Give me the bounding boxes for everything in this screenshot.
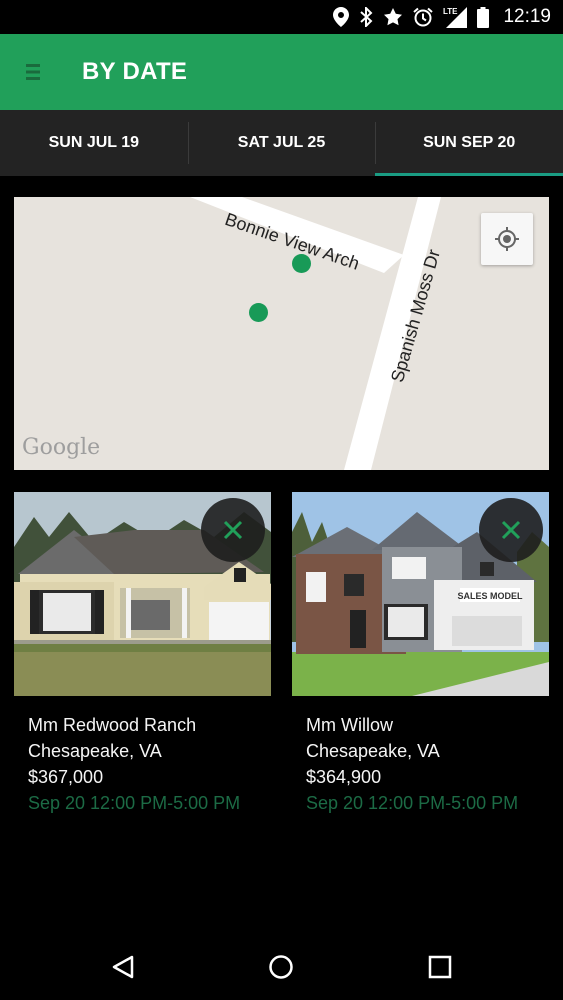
date-tabs: SUN JUL 19 SAT JUL 25 SUN SEP 20 xyxy=(0,110,563,176)
listing-name: Mm Willow xyxy=(306,715,393,735)
back-button[interactable] xyxy=(110,954,136,980)
map-marker-willow[interactable] xyxy=(292,254,311,273)
navigation-bar xyxy=(0,934,563,1000)
listing-price: $364,900 xyxy=(306,767,382,787)
dismiss-button[interactable] xyxy=(479,498,543,562)
listing-open-house-time: Sep 20 12:00 PM-5:00 PM xyxy=(28,793,241,813)
house-photo xyxy=(14,492,271,696)
page-title: BY DATE xyxy=(82,58,188,85)
location-icon xyxy=(333,7,350,27)
my-location-button[interactable] xyxy=(481,213,533,265)
tab-sun-sep-20[interactable]: SUN SEP 20 xyxy=(375,110,563,176)
status-bar: LTE 12:19 xyxy=(0,0,563,34)
back-icon xyxy=(112,955,134,979)
my-location-icon xyxy=(495,227,519,251)
recents-icon xyxy=(428,955,452,979)
status-icons: LTE 12:19 xyxy=(333,6,551,28)
menu-icon xyxy=(26,64,40,80)
listing-open-house-time: Sep 20 12:00 PM-5:00 PM xyxy=(306,793,519,813)
tab-sun-jul-19[interactable]: SUN JUL 19 xyxy=(0,110,188,176)
star-icon xyxy=(384,8,403,26)
recents-button[interactable] xyxy=(427,954,453,980)
lte-signal-icon: LTE xyxy=(443,7,468,28)
battery-icon xyxy=(477,6,490,28)
dismiss-button[interactable] xyxy=(201,498,265,562)
sales-model-sign: SALES MODEL xyxy=(457,591,523,601)
home-icon xyxy=(269,955,293,979)
tab-sat-jul-25[interactable]: SAT JUL 25 xyxy=(187,110,376,176)
listing-name: Mm Redwood Ranch xyxy=(28,715,197,735)
google-logo: Google xyxy=(22,435,101,460)
bluetooth-icon xyxy=(360,7,373,27)
road-spanish-moss-dr xyxy=(344,197,441,470)
listing-info: Mm Redwood Ranch Chesapeake, VA $367,000… xyxy=(14,696,271,816)
map-marker-redwood-ranch[interactable] xyxy=(249,303,268,322)
menu-button[interactable] xyxy=(18,56,50,88)
listing-card[interactable]: Mm Redwood Ranch Chesapeake, VA $367,000… xyxy=(14,492,271,816)
listing-info: Mm Willow Chesapeake, VA $364,900 Sep 20… xyxy=(292,696,549,816)
listing-city: Chesapeake, VA xyxy=(28,741,162,761)
listing-city: Chesapeake, VA xyxy=(306,741,440,761)
close-icon xyxy=(501,520,521,540)
app-bar: BY DATE xyxy=(0,34,563,110)
listing-price: $367,000 xyxy=(28,767,104,787)
home-button[interactable] xyxy=(268,954,294,980)
status-time: 12:19 xyxy=(503,6,551,27)
close-icon xyxy=(223,520,243,540)
house-photo: SALES MODEL xyxy=(292,492,549,696)
network-label: LTE xyxy=(443,7,458,16)
map-view[interactable]: Bonnie View Arch Spanish Moss Dr Google xyxy=(14,197,549,470)
alarm-icon xyxy=(413,7,434,27)
listing-card[interactable]: SALES MODEL Mm Willow Chesapeake, VA $36… xyxy=(292,492,549,816)
